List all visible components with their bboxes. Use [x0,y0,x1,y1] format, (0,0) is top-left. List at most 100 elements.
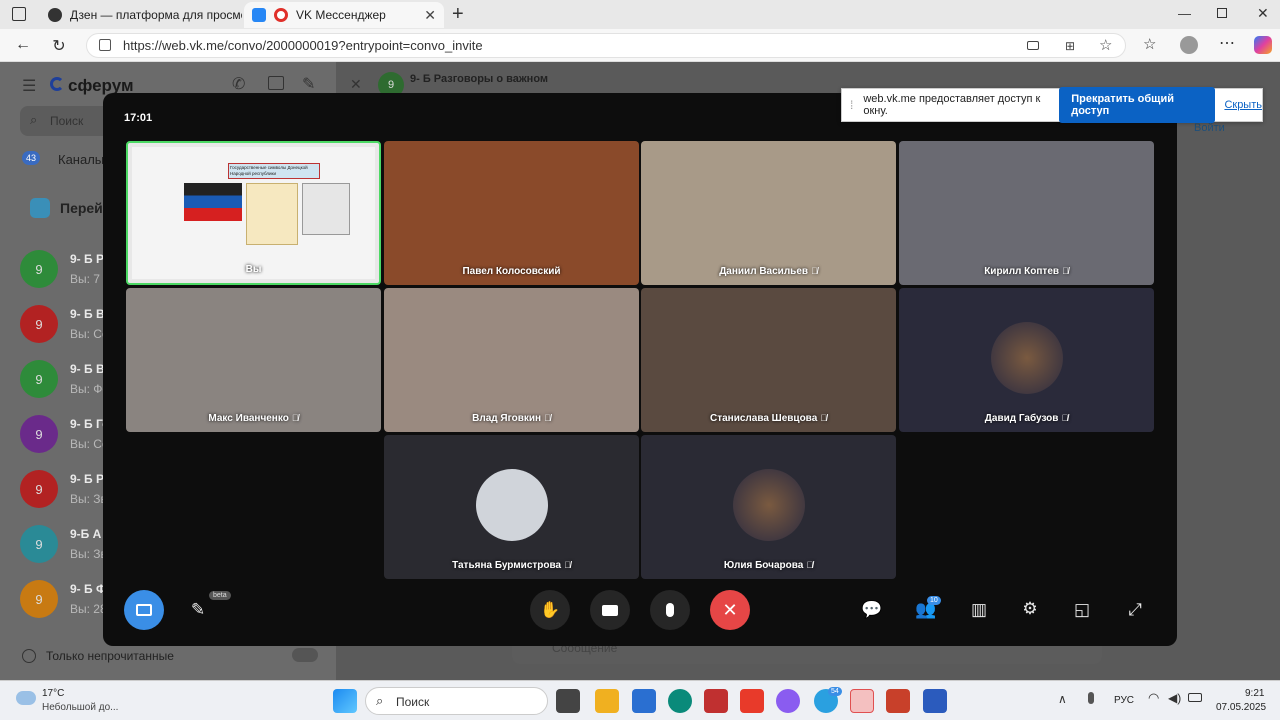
weather-icon [16,691,36,705]
battery-icon[interactable] [1188,693,1202,702]
anthem-text-block [246,183,298,245]
participant-tile[interactable]: Юлия Бочарова 🎙̸ [641,435,896,579]
muted-mic-icon: 🎙̸ [544,413,551,423]
muted-mic-icon: 🎙̸ [811,266,818,276]
start-icon[interactable] [333,689,357,713]
join-button[interactable]: Войти [1194,122,1225,134]
wifi-icon[interactable]: ◠ [1148,690,1159,706]
weather-desc[interactable]: Небольшой до... [42,702,118,713]
camera-icon[interactable] [1027,41,1039,50]
copilot-icon[interactable] [1254,36,1272,54]
participant-tile[interactable]: Кирилл Коптев 🎙̸ [899,141,1154,285]
microphone-button[interactable] [650,590,690,630]
chat-snippet: Вы: Зв [70,492,107,506]
tab-vk-messenger[interactable]: VK Мессенджер ✕ [244,2,444,28]
self-video-tile[interactable]: Государственные символы Донецкой Народно… [126,141,381,285]
language-indicator[interactable]: РУС [1114,695,1134,706]
minimize-call-icon[interactable]: ◱ [1070,600,1094,620]
chat-avatar: 9 [20,525,58,563]
channels-label[interactable]: Каналы [58,152,104,167]
alice-icon[interactable] [776,689,800,713]
participant-name-row: Давид Габузов 🎙̸ [899,413,1154,424]
drag-handle-icon[interactable]: ⁞ [850,98,853,112]
end-call-icon: ✕ [722,599,738,620]
effects-icon[interactable]: ✎ [186,600,210,620]
beta-badge: beta [209,591,231,600]
favorite-star-icon[interactable]: ☆ [1099,36,1112,54]
word-icon[interactable] [923,689,947,713]
reload-icon[interactable]: ↻ [48,36,70,56]
file-explorer-icon[interactable] [595,689,619,713]
menu-icon[interactable]: ☰ [22,76,36,96]
telegram-badge: 54 [828,687,842,696]
volume-icon[interactable]: ◀) [1168,691,1181,705]
chat-icon[interactable]: 💬 [860,600,884,620]
edge-icon[interactable] [668,689,692,713]
show-hidden-icons-icon[interactable]: ∧ [1058,692,1067,706]
convo-title: 9- Б Разговоры о важном [410,73,549,85]
profile-avatar[interactable] [1180,36,1198,54]
camera-button[interactable] [590,590,630,630]
participant-tile[interactable]: Макс Иванченко 🎙̸ [126,288,381,432]
participant-tile[interactable]: Татьяна Бурмистрова 🎙̸ [384,435,639,579]
task-view-icon[interactable] [556,689,580,713]
participant-name-row: Даниил Васильев 🎙̸ [641,266,896,277]
participant-tile[interactable]: Влад Яговкин 🎙̸ [384,288,639,432]
favorites-icon[interactable]: ☆ [1143,35,1156,53]
end-call-button[interactable]: ✕ [710,590,750,630]
back-icon[interactable]: ← [12,36,34,54]
yandex-icon[interactable] [740,689,764,713]
url-field[interactable]: https://web.vk.me/convo/2000000019?entry… [86,33,1126,58]
powerpoint-icon[interactable] [886,689,910,713]
settings-gear-icon[interactable]: ⚙ [1018,599,1042,619]
chat-title: 9- Б В [70,362,105,376]
coat-of-arms-emblem [302,183,350,235]
compose-icon[interactable]: ✎ [302,74,315,94]
chat-title: 9-Б А [70,527,102,541]
chat-title: 9- Б Р [70,472,104,486]
stop-sharing-button[interactable]: Прекратить общий доступ [1059,87,1216,123]
tab-dzen[interactable]: Дзен — платформа для просмот ✕ [40,2,242,28]
sferum-logo-icon [50,77,64,91]
close-chat-icon[interactable]: ✕ [350,76,362,93]
maximize-icon[interactable] [1217,8,1227,18]
taskbar: 17°C Небольшой до... ⌕ Поиск 54 ∧ РУС ◠ … [0,680,1280,720]
microphone-tray-icon[interactable] [1088,692,1094,704]
yandex-browser-icon[interactable] [850,689,874,713]
participant-tile[interactable]: Павел Колосовский [384,141,639,285]
chat-avatar: 9 [20,305,58,343]
site-info-icon[interactable] [99,39,111,51]
participant-tile[interactable]: Даниил Васильев 🎙̸ [641,141,896,285]
goto-label[interactable]: Перей [60,200,103,216]
participant-name-row: Влад Яговкин 🎙̸ [384,413,639,424]
unread-only-label: Только непрочитанные [46,649,174,663]
new-tab-button[interactable]: + [452,3,464,26]
clock-date[interactable]: 07.05.2025 [1216,702,1266,713]
weather-temp[interactable]: 17°C [42,688,64,699]
unread-only-toggle[interactable] [292,648,318,662]
apps-icon[interactable]: ⊞ [1065,39,1075,53]
raise-hand-button[interactable]: ✋ [530,590,570,630]
recorder-icon[interactable] [704,689,728,713]
taskbar-search[interactable]: ⌕ Поиск [365,687,548,715]
archive-icon[interactable] [268,76,284,90]
fullscreen-icon[interactable]: ⤢ [1123,600,1147,620]
participant-name: Давид Габузов [984,413,1059,424]
tab-actions-icon[interactable] [12,7,26,21]
clock-time[interactable]: 9:21 [1245,688,1264,699]
new-call-icon[interactable]: ✆ [232,74,245,94]
chat-avatar: 9 [20,580,58,618]
participant-name-row: Станислава Шевцова 🎙̸ [641,413,896,424]
participant-tile[interactable]: Давид Габузов 🎙̸ [899,288,1154,432]
close-window-icon[interactable]: ✕ [1257,5,1269,22]
more-menu-icon[interactable]: ⋯ [1219,33,1235,53]
store-icon[interactable] [632,689,656,713]
share-screen-button[interactable] [124,590,164,630]
participant-tile[interactable]: Станислава Шевцова 🎙̸ [641,288,896,432]
minimize-icon[interactable]: — [1178,6,1191,21]
close-tab-icon[interactable]: ✕ [424,7,436,24]
layout-icon[interactable]: ▥ [967,600,991,620]
muted-mic-icon: 🎙̸ [820,413,828,423]
chat-avatar: 9 [20,470,58,508]
hide-share-bar-link[interactable]: Скрыть [1224,99,1262,111]
